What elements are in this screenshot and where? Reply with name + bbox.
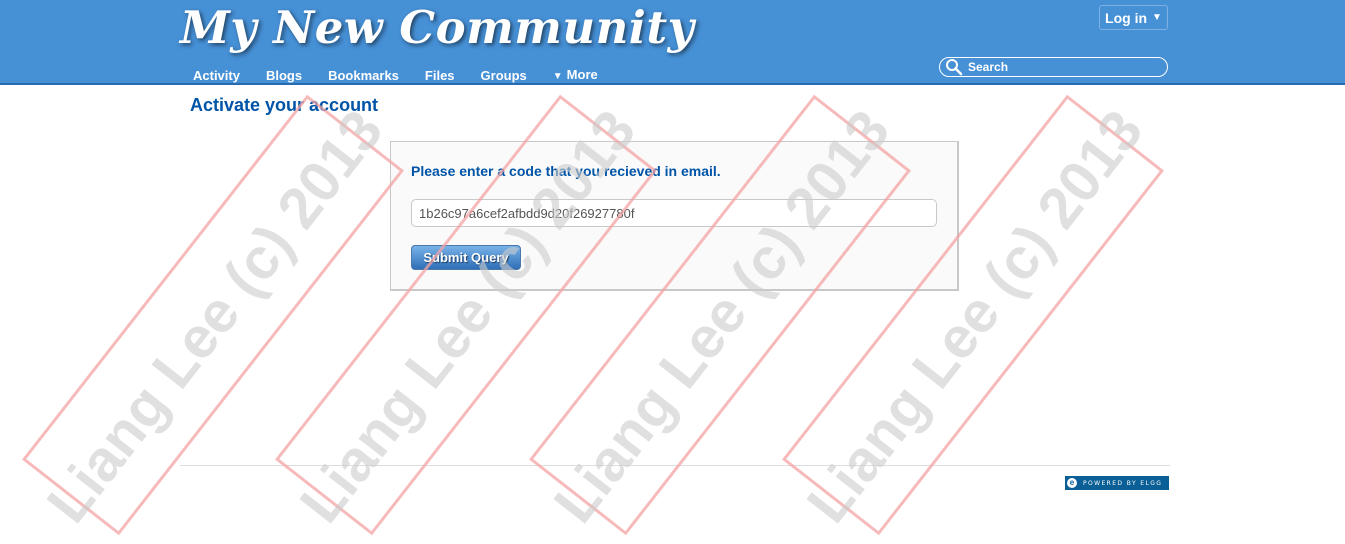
search-input[interactable]: [964, 60, 1158, 74]
footer-divider: [180, 465, 1170, 466]
page-title: Activate your account: [190, 95, 379, 115]
watermark-stamp: Liang Lee (c) 2013: [22, 94, 404, 536]
triangle-down-icon: ▼: [552, 70, 563, 82]
topbar: My New Community Log in ▼ Activity Blogs…: [0, 0, 1345, 85]
nav-bookmarks[interactable]: Bookmarks: [315, 67, 412, 84]
activation-code-input[interactable]: [411, 199, 937, 227]
powered-by-elgg-badge[interactable]: e POWERED BY ELGG: [1065, 476, 1169, 490]
site-name[interactable]: My New Community: [180, 2, 694, 54]
activation-prompt: Please enter a code that you recieved in…: [411, 163, 721, 179]
submit-button[interactable]: Submit Query: [411, 245, 521, 270]
elgg-logo-icon: e: [1067, 478, 1077, 488]
nav-blogs[interactable]: Blogs: [253, 67, 315, 84]
nav-groups[interactable]: Groups: [468, 67, 540, 84]
activation-form: Please enter a code that you recieved in…: [390, 141, 959, 291]
powered-by-text: POWERED BY ELGG: [1083, 479, 1163, 487]
watermark-text: Liang Lee (c) 2013: [35, 98, 396, 534]
login-button[interactable]: Log in ▼: [1099, 5, 1168, 30]
search-box[interactable]: [939, 57, 1168, 77]
site-menu: Activity Blogs Bookmarks Files Groups ▼ M…: [180, 66, 611, 84]
nav-more[interactable]: ▼ More: [540, 66, 611, 85]
nav-files[interactable]: Files: [412, 67, 468, 84]
caret-down-icon: ▼: [1152, 12, 1162, 23]
search-icon: [946, 59, 963, 76]
login-label: Log in: [1105, 9, 1148, 26]
nav-activity[interactable]: Activity: [180, 67, 253, 84]
nav-more-label: More: [566, 66, 598, 82]
